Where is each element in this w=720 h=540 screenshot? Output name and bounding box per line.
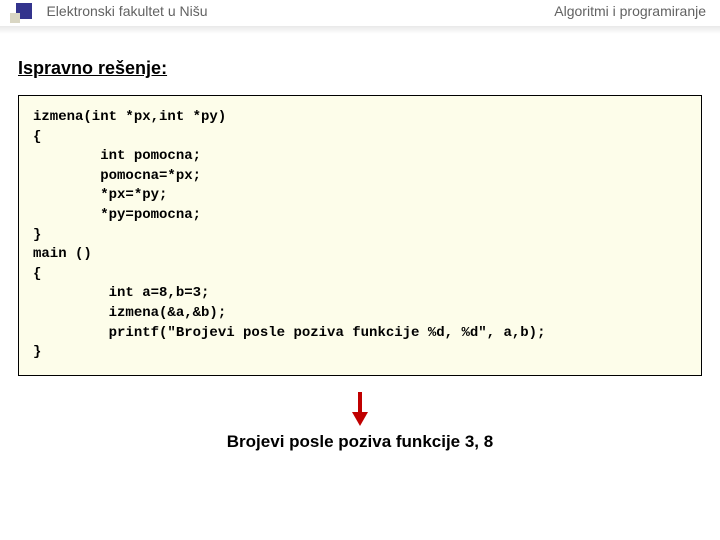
code-block: izmena(int *px,int *py) { int pomocna; p… — [18, 95, 702, 376]
slide-header: Elektronski fakultet u Nišu Algoritmi i … — [0, 0, 720, 26]
section-title: Ispravno rešenje: — [18, 58, 702, 79]
logo-squares-icon — [10, 3, 36, 23]
down-arrow-icon — [18, 392, 702, 428]
header-divider — [0, 26, 720, 38]
slide-body: Ispravno rešenje: izmena(int *px,int *py… — [0, 38, 720, 452]
output-text: Brojevi posle poziva funkcije 3, 8 — [18, 432, 702, 452]
header-left-text: Elektronski fakultet u Nišu — [40, 0, 207, 19]
header-right-text: Algoritmi i programiranje — [554, 3, 706, 19]
